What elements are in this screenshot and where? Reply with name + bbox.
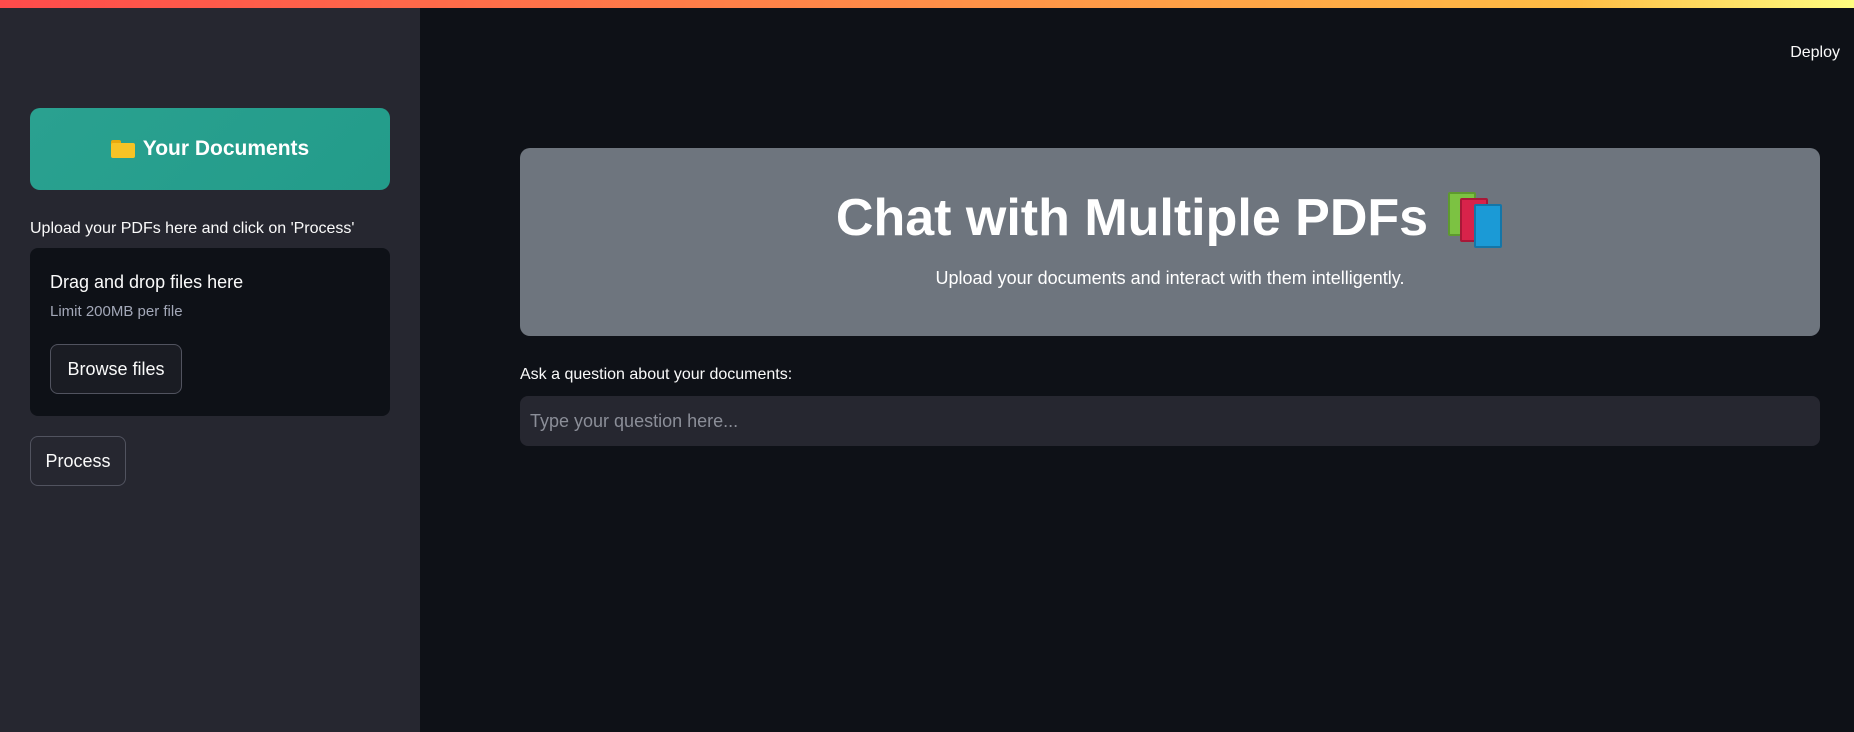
page-subtitle: Upload your documents and interact with …: [935, 268, 1405, 288]
file-dropzone[interactable]: Drag and drop files here Limit 200MB per…: [30, 248, 390, 416]
sidebar-title: Your Documents: [142, 137, 310, 160]
page-title-text: Chat with Multiple PDFs: [835, 189, 1429, 247]
deploy-button[interactable]: Deploy: [1790, 44, 1840, 62]
sidebar: Your Documents Upload your PDFs here and…: [0, 8, 420, 732]
question-input[interactable]: [520, 396, 1820, 446]
top-decoration-bar: [0, 0, 1854, 8]
hero-banner: Chat with Multiple PDFs Upload your docu…: [520, 148, 1820, 336]
folder-icon: [110, 140, 135, 158]
process-button[interactable]: Process: [30, 436, 126, 486]
main-content: Deploy Chat with Multiple PDFs Upload yo…: [420, 8, 1854, 732]
browse-files-button[interactable]: Browse files: [50, 344, 182, 394]
books-icon: [1446, 192, 1504, 248]
dropzone-limit: Limit 200MB per file: [50, 303, 183, 320]
dropzone-title: Drag and drop files here: [50, 272, 244, 292]
upload-instructions: Upload your PDFs here and click on 'Proc…: [30, 220, 355, 237]
question-label: Ask a question about your documents:: [520, 366, 793, 383]
sidebar-title-card: Your Documents: [30, 108, 390, 190]
app-container: Your Documents Upload your PDFs here and…: [0, 8, 1854, 732]
page-title: Chat with Multiple PDFs: [836, 188, 1504, 248]
